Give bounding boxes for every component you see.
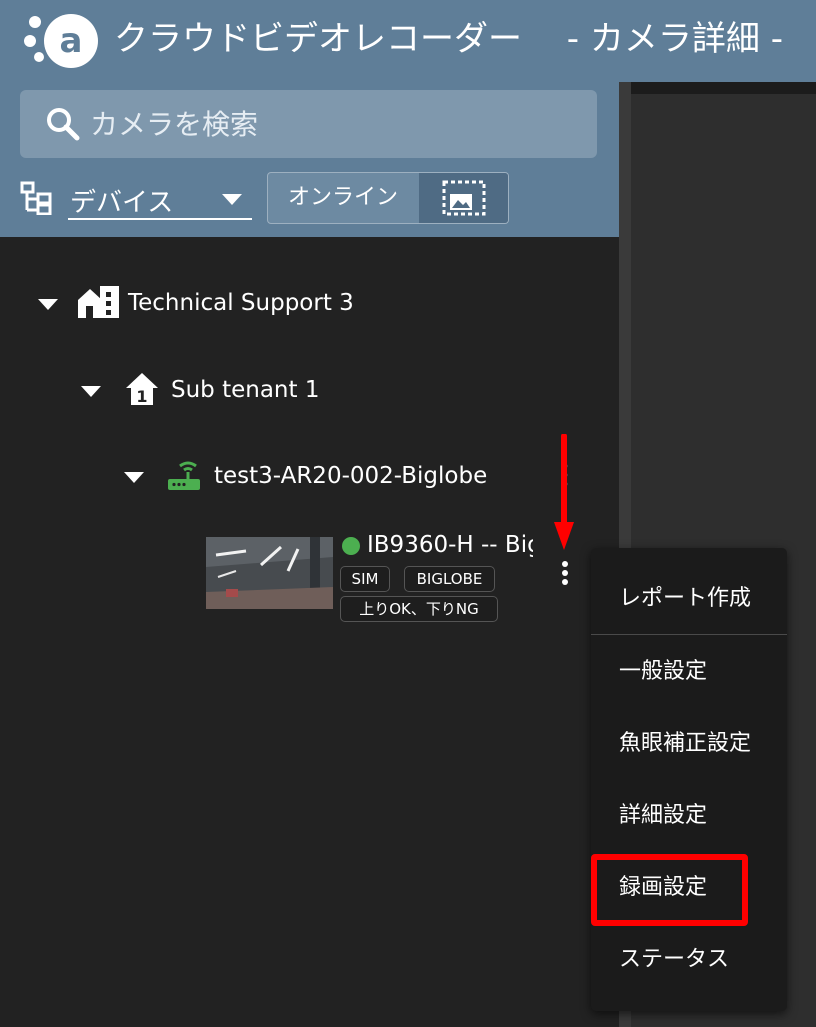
tag-biglobe: BIGLOBE xyxy=(404,566,495,592)
camera-context-menu: レポート作成 一般設定 魚眼補正設定 詳細設定 録画設定 ステータス xyxy=(591,548,787,1011)
view-toggle-group: オンライン xyxy=(267,172,509,224)
svg-text:1: 1 xyxy=(136,387,147,406)
tag-connection-status: 上りOK、下りNG xyxy=(340,596,498,622)
menu-item-detail-settings[interactable]: 詳細設定 xyxy=(591,786,787,846)
caret-down-icon[interactable] xyxy=(124,472,144,483)
highlight-annotation xyxy=(591,854,748,926)
page-title: クラウドビデオレコーダー - カメラ詳細 - xyxy=(114,19,783,59)
building-icon xyxy=(78,286,119,318)
camera-a-logo-icon: a xyxy=(24,14,98,68)
menu-item-fisheye-settings[interactable]: 魚眼補正設定 xyxy=(591,714,787,774)
search-icon xyxy=(47,108,80,141)
tree-node-router[interactable]: test3-AR20-002-Biglobe xyxy=(124,457,504,497)
caret-down-icon[interactable] xyxy=(81,386,101,397)
online-toggle-button[interactable]: オンライン xyxy=(268,173,418,223)
more-vert-icon[interactable] xyxy=(558,560,572,586)
device-tree-icon xyxy=(20,181,52,215)
device-select[interactable]: デバイス xyxy=(68,178,252,220)
camera-thumbnail-image xyxy=(206,537,333,609)
router-label: test3-AR20-002-Biglobe xyxy=(214,463,488,489)
tag-sim: SIM xyxy=(340,566,390,592)
status-online-indicator xyxy=(342,537,360,555)
menu-divider xyxy=(591,634,787,635)
tree-node-tenant[interactable]: Technical Support 3 xyxy=(38,284,378,324)
camera-search-box[interactable] xyxy=(20,90,597,158)
search-input[interactable] xyxy=(90,90,590,158)
sub-tenant-label: Sub tenant 1 xyxy=(171,377,320,403)
thumbnail-toggle-button[interactable] xyxy=(419,173,508,223)
thumbnail-view-icon xyxy=(442,180,486,216)
camera-name[interactable]: IB9360-H -- Biglobe xyxy=(367,528,533,564)
menu-item-general-settings[interactable]: 一般設定 xyxy=(591,642,787,702)
router-icon xyxy=(168,461,200,490)
menu-item-status[interactable]: ステータス xyxy=(591,930,787,990)
caret-down-icon[interactable] xyxy=(38,299,58,310)
device-select-value: デバイス xyxy=(70,188,174,218)
tree-node-sub-tenant[interactable]: 1 Sub tenant 1 xyxy=(81,371,341,411)
svg-text:a: a xyxy=(60,21,83,61)
home-1-icon: 1 xyxy=(126,373,158,406)
arrow-down-annotation-icon xyxy=(554,434,574,550)
tenant-label: Technical Support 3 xyxy=(128,290,354,316)
chevron-down-icon xyxy=(222,194,242,205)
menu-item-report[interactable]: レポート作成 xyxy=(591,569,787,629)
camera-thumbnail[interactable] xyxy=(206,537,333,609)
